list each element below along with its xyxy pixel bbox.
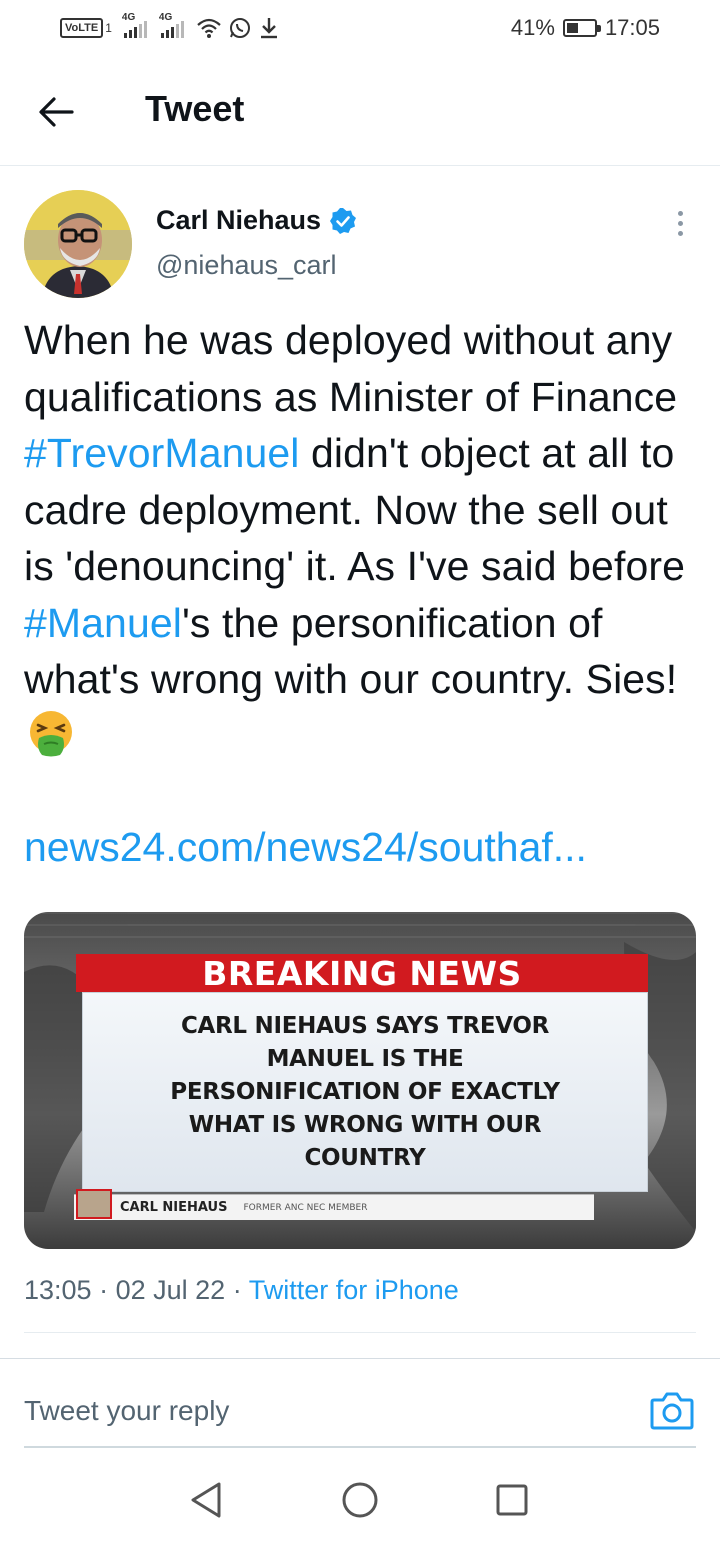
caption-role: FORMER ANC NEC MEMBER <box>243 1202 368 1213</box>
page-title: Tweet <box>145 88 245 129</box>
whatsapp-icon <box>229 18 250 38</box>
status-bar: VoLTE 1 4G 4G 41% 17:05 <box>0 0 720 56</box>
tweet-link[interactable]: news24.com/news24/southaf... <box>24 824 587 871</box>
divider <box>0 1358 720 1359</box>
system-nav-bar <box>0 1460 720 1541</box>
battery-percent: 41% <box>510 15 555 40</box>
status-left: VoLTE 1 4G 4G <box>60 12 280 42</box>
breaking-news-graphic: BREAKING NEWS CARL NIEHAUS SAYS TREVOR M… <box>74 950 648 1220</box>
camera-icon <box>650 1392 694 1430</box>
caption-thumbnail <box>76 1188 112 1219</box>
lower-third-caption: CARL NIEHAUS FORMER ANC NEC MEMBER <box>74 1188 594 1220</box>
download-icon <box>260 18 277 39</box>
breaking-news-banner: BREAKING NEWS <box>76 953 648 993</box>
breaking-news-label: BREAKING NEWS <box>202 953 522 993</box>
network-type-2: 4G <box>158 12 173 23</box>
avatar-image <box>24 190 132 298</box>
tweet-metadata: 13:05 · 02 Jul 22 · Twitter for iPhone <box>24 1275 459 1306</box>
meta-separator: · <box>232 1275 242 1305</box>
more-options-button[interactable] <box>664 205 696 241</box>
wifi-icon <box>197 18 221 38</box>
reply-input[interactable] <box>24 1384 584 1438</box>
verified-badge-icon <box>330 207 357 234</box>
tweet-source-link[interactable]: Twitter for iPhone <box>249 1275 459 1305</box>
hashtag-manuel[interactable]: #Manuel <box>24 600 182 646</box>
camera-button[interactable] <box>648 1386 696 1434</box>
avatar[interactable] <box>24 190 132 298</box>
tweet-text: When he was deployed without any qualifi… <box>24 312 704 764</box>
more-dot-icon <box>677 230 683 236</box>
reply-underline <box>24 1446 696 1448</box>
nav-recents-button[interactable] <box>490 1478 534 1522</box>
status-right: 41% 17:05 <box>511 14 660 42</box>
arrow-left-icon <box>39 97 74 127</box>
square-recents-icon <box>496 1484 528 1516</box>
hashtag-trevormanuel[interactable]: #TrevorManuel <box>24 430 300 476</box>
breaking-news-panel: CARL NIEHAUS SAYS TREVOR MANUEL IS THE P… <box>82 992 648 1192</box>
volte-sim-indicator: 1 <box>105 21 112 35</box>
tweet-text-part-1: When he was deployed without any qualifi… <box>24 317 678 420</box>
breaking-news-headline: CARL NIEHAUS SAYS TREVOR MANUEL IS THE P… <box>170 1012 560 1171</box>
signal-1-icon: 4G <box>122 12 147 38</box>
divider <box>24 1332 696 1333</box>
tweet-date: 02 Jul 22 <box>115 1275 226 1305</box>
app-header: Tweet <box>0 56 720 166</box>
triangle-back-icon <box>191 1482 221 1518</box>
vomiting-face-emoji <box>30 710 72 756</box>
tweet-media-image[interactable]: BREAKING NEWS CARL NIEHAUS SAYS TREVOR M… <box>24 912 696 1249</box>
signal-2-icon: 4G <box>159 12 184 38</box>
battery-icon <box>562 19 601 37</box>
caption-name: CARL NIEHAUS <box>120 1200 228 1215</box>
nav-home-button[interactable] <box>338 1478 382 1522</box>
volte-indicator: VoLTE <box>60 18 104 38</box>
network-type-1: 4G <box>121 12 136 23</box>
nav-back-button[interactable] <box>184 1478 228 1522</box>
circle-home-icon <box>342 1482 378 1518</box>
author-handle[interactable]: @niehaus_carl <box>156 250 337 281</box>
back-button[interactable] <box>30 86 82 138</box>
author-name-row[interactable]: Carl Niehaus <box>156 205 357 236</box>
author-name[interactable]: Carl Niehaus <box>156 205 321 236</box>
tweet-time: 13:05 <box>24 1275 92 1305</box>
meta-separator: · <box>99 1275 109 1305</box>
more-dot-icon <box>677 210 683 216</box>
status-time: 17:05 <box>604 15 660 40</box>
more-dot-icon <box>677 220 683 226</box>
